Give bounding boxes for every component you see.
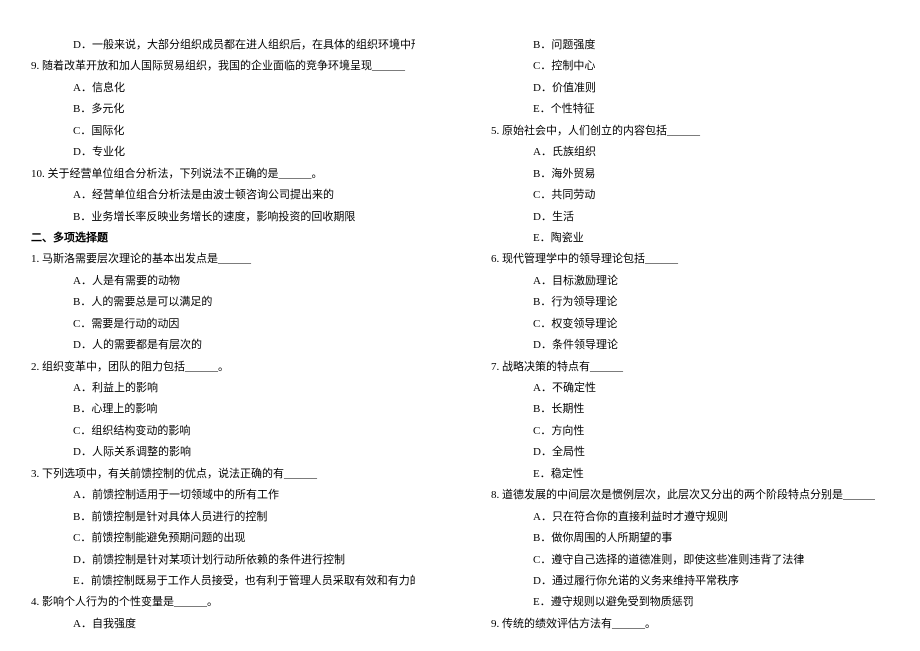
mq7-option-c: C．方向性 bbox=[505, 421, 875, 442]
mq7-option-b: B．长期性 bbox=[505, 399, 875, 420]
mq1-option-a: A．人是有需要的动物 bbox=[45, 271, 415, 292]
mq1-option-d: D．人的需要都是有层次的 bbox=[45, 335, 415, 356]
mq6-option-a: A．目标激励理论 bbox=[505, 271, 875, 292]
q8-option-d: D．一般来说，大部分组织成员都在进人组织后，在具体的组织环境中形成相对稳定的价值… bbox=[45, 35, 415, 56]
q9-option-d: D．专业化 bbox=[45, 142, 415, 163]
mq7-option-d: D．全局性 bbox=[505, 442, 875, 463]
multi-question-8: 8. 道德发展的中间层次是惯例层次，此层次又分出的两个阶段特点分别是______… bbox=[491, 485, 875, 506]
multi-question-5: 5. 原始社会中，人们创立的内容包括______ bbox=[491, 121, 875, 142]
mq4-option-e: E．个性特征 bbox=[505, 99, 875, 120]
mq4-option-d: D．价值准则 bbox=[505, 78, 875, 99]
mq5-option-c: C．共同劳动 bbox=[505, 185, 875, 206]
mq8-option-a: A．只在符合你的直接利益时才遵守规则 bbox=[505, 507, 875, 528]
left-column: D．一般来说，大部分组织成员都在进人组织后，在具体的组织环境中形成相对稳定的价值… bbox=[0, 35, 460, 616]
mq7-option-e: E．稳定性 bbox=[505, 464, 875, 485]
mq7-option-a: A．不确定性 bbox=[505, 378, 875, 399]
mq2-option-d: D．人际关系调整的影响 bbox=[45, 442, 415, 463]
question-10: 10. 关于经营单位组合分析法，下列说法不正确的是______。 bbox=[31, 164, 415, 185]
multi-question-7: 7. 战略决策的特点有______ bbox=[491, 357, 875, 378]
mq6-option-b: B．行为领导理论 bbox=[505, 292, 875, 313]
multi-question-1: 1. 马斯洛需要层次理论的基本出发点是______ bbox=[31, 249, 415, 270]
mq4-option-b: B．问题强度 bbox=[505, 35, 875, 56]
multi-question-4: 4. 影响个人行为的个性变量是______。 bbox=[31, 592, 415, 613]
mq1-option-b: B．人的需要总是可以满足的 bbox=[45, 292, 415, 313]
mq5-option-b: B．海外贸易 bbox=[505, 164, 875, 185]
mq3-option-d: D．前馈控制是针对某项计划行动所依赖的条件进行控制 bbox=[45, 550, 415, 571]
question-9: 9. 随着改革开放和加人国际贸易组织，我国的企业面临的竞争环境呈现______ bbox=[31, 56, 415, 77]
mq8-option-d: D．通过履行你允诺的义务来维持平常秩序 bbox=[505, 571, 875, 592]
mq2-option-c: C．组织结构变动的影响 bbox=[45, 421, 415, 442]
mq3-option-b: B．前馈控制是针对具体人员进行的控制 bbox=[45, 507, 415, 528]
multi-question-9: 9. 传统的绩效评估方法有______。 bbox=[491, 614, 875, 635]
mq5-option-d: D．生活 bbox=[505, 207, 875, 228]
multi-question-3: 3. 下列选项中，有关前馈控制的优点，说法正确的有______ bbox=[31, 464, 415, 485]
q10-option-b: B．业务增长率反映业务增长的速度，影响投资的回收期限 bbox=[45, 207, 415, 228]
right-column: B．问题强度 C．控制中心 D．价值准则 E．个性特征 5. 原始社会中，人们创… bbox=[460, 35, 920, 616]
mq5-option-a: A．氏族组织 bbox=[505, 142, 875, 163]
q9-option-b: B．多元化 bbox=[45, 99, 415, 120]
mq4-option-a: A．自我强度 bbox=[45, 614, 415, 635]
multi-question-2: 2. 组织变革中，团队的阻力包括______。 bbox=[31, 357, 415, 378]
mq3-option-e: E．前馈控制既易于工作人员接受，也有利于管理人员采取有效和有力的措施改善工作 bbox=[45, 571, 415, 592]
mq5-option-e: E．陶瓷业 bbox=[505, 228, 875, 249]
mq2-option-b: B．心理上的影响 bbox=[45, 399, 415, 420]
q10-option-a: A．经营单位组合分析法是由波士顿咨询公司提出来的 bbox=[45, 185, 415, 206]
mq8-option-b: B．做你周围的人所期望的事 bbox=[505, 528, 875, 549]
mq3-option-c: C．前馈控制能避免预期问题的出现 bbox=[45, 528, 415, 549]
multi-question-6: 6. 现代管理学中的领导理论包括______ bbox=[491, 249, 875, 270]
mq4-option-c: C．控制中心 bbox=[505, 56, 875, 77]
mq8-option-e: E．遵守规则以避免受到物质惩罚 bbox=[505, 592, 875, 613]
mq8-option-c: C．遵守自己选择的道德准则，即使这些准则违背了法律 bbox=[505, 550, 875, 571]
mq3-option-a: A．前馈控制适用于一切领域中的所有工作 bbox=[45, 485, 415, 506]
mq1-option-c: C．需要是行动的动因 bbox=[45, 314, 415, 335]
mq6-option-c: C．权变领导理论 bbox=[505, 314, 875, 335]
q9-option-c: C．国际化 bbox=[45, 121, 415, 142]
mq2-option-a: A．利益上的影响 bbox=[45, 378, 415, 399]
q9-option-a: A．信息化 bbox=[45, 78, 415, 99]
mq6-option-d: D．条件领导理论 bbox=[505, 335, 875, 356]
section-2-heading: 二、多项选择题 bbox=[31, 228, 415, 249]
